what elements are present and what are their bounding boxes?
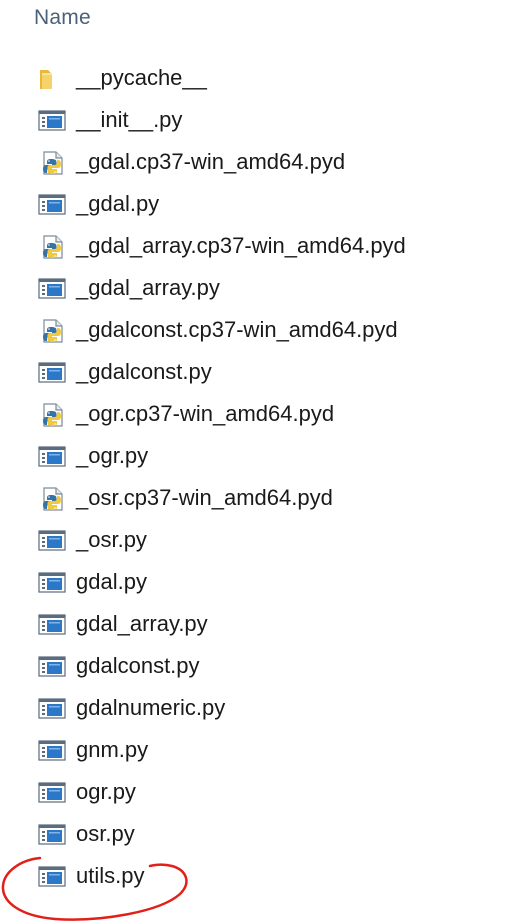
file-name: _osr.py	[76, 527, 147, 552]
file-row[interactable]: __init__.py	[0, 100, 514, 142]
file-name: _ogr.cp37-win_amd64.pyd	[76, 401, 335, 426]
file-row[interactable]: _ogr.py	[0, 436, 514, 478]
python-script-icon	[38, 445, 66, 469]
file-name: gdalconst.py	[76, 653, 200, 678]
python-script-icon	[38, 781, 66, 805]
python-script-icon	[38, 109, 66, 133]
file-row[interactable]: gdal.py	[0, 562, 514, 604]
file-row[interactable]: _ogr.cp37-win_amd64.pyd	[0, 394, 514, 436]
python-script-icon	[38, 529, 66, 553]
file-row[interactable]: utils.py	[0, 856, 514, 898]
python-script-icon	[38, 193, 66, 217]
file-name: _gdalconst.py	[76, 359, 212, 384]
file-explorer-list: Name __pycache__ __init__.py _gdal.cp37-…	[0, 0, 514, 922]
folder-icon	[38, 67, 66, 91]
file-name: _gdal.py	[76, 191, 160, 216]
file-list: __pycache__ __init__.py _gdal.cp37-win_a…	[0, 58, 514, 898]
python-script-icon	[38, 277, 66, 301]
python-extension-icon	[38, 319, 66, 343]
file-row[interactable]: gnm.py	[0, 730, 514, 772]
file-row[interactable]: _gdal_array.py	[0, 268, 514, 310]
file-row[interactable]: _osr.py	[0, 520, 514, 562]
file-name: utils.py	[76, 863, 145, 888]
file-name: gnm.py	[76, 737, 149, 762]
python-script-icon	[38, 613, 66, 637]
file-row[interactable]: _gdal.py	[0, 184, 514, 226]
file-name: _gdal.cp37-win_amd64.pyd	[76, 149, 346, 174]
python-extension-icon	[38, 403, 66, 427]
file-name: _gdalconst.cp37-win_amd64.pyd	[76, 317, 398, 342]
file-name: __init__.py	[76, 107, 183, 132]
file-name: _ogr.py	[76, 443, 149, 468]
python-script-icon	[38, 361, 66, 385]
file-row[interactable]: gdal_array.py	[0, 604, 514, 646]
file-name: ogr.py	[76, 779, 136, 804]
file-row[interactable]: _gdalconst.py	[0, 352, 514, 394]
python-script-icon	[38, 739, 66, 763]
file-name: gdal.py	[76, 569, 147, 594]
file-name: _gdal_array.py	[76, 275, 220, 300]
name-column-header[interactable]: Name	[34, 6, 91, 30]
file-name: _osr.cp37-win_amd64.pyd	[76, 485, 333, 510]
python-script-icon	[38, 865, 66, 889]
file-row[interactable]: gdalnumeric.py	[0, 688, 514, 730]
python-script-icon	[38, 823, 66, 847]
file-name: _gdal_array.cp37-win_amd64.pyd	[76, 233, 406, 258]
python-script-icon	[38, 697, 66, 721]
file-name: __pycache__	[76, 65, 207, 90]
file-row[interactable]: osr.py	[0, 814, 514, 856]
file-row[interactable]: _gdal_array.cp37-win_amd64.pyd	[0, 226, 514, 268]
file-name: osr.py	[76, 821, 135, 846]
file-row[interactable]: _gdalconst.cp37-win_amd64.pyd	[0, 310, 514, 352]
file-row[interactable]: __pycache__	[0, 58, 514, 100]
file-row[interactable]: _osr.cp37-win_amd64.pyd	[0, 478, 514, 520]
file-row[interactable]: _gdal.cp37-win_amd64.pyd	[0, 142, 514, 184]
python-extension-icon	[38, 487, 66, 511]
python-extension-icon	[38, 235, 66, 259]
file-name: gdalnumeric.py	[76, 695, 226, 720]
file-row[interactable]: ogr.py	[0, 772, 514, 814]
python-script-icon	[38, 655, 66, 679]
python-extension-icon	[38, 151, 66, 175]
file-name: gdal_array.py	[76, 611, 208, 636]
python-script-icon	[38, 571, 66, 595]
file-row[interactable]: gdalconst.py	[0, 646, 514, 688]
